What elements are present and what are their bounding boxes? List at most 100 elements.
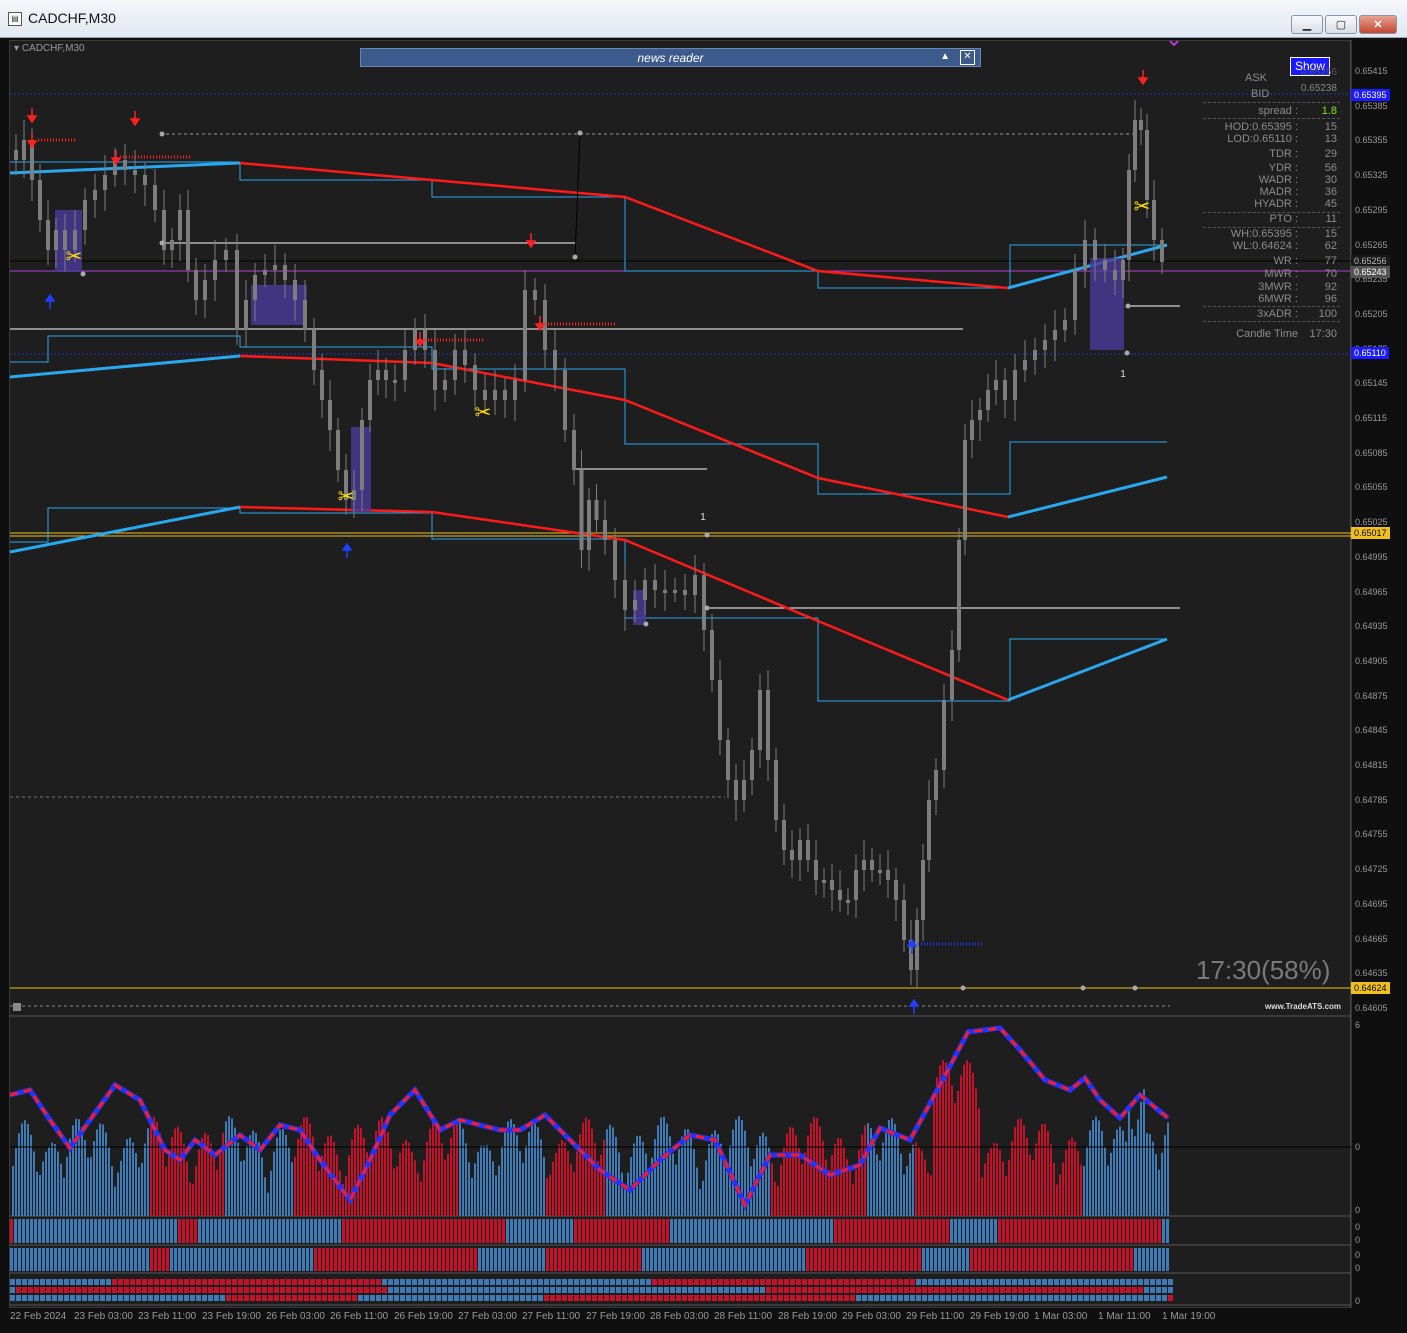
stripe-row-1 xyxy=(246,1219,249,1243)
stripe-row-1 xyxy=(390,1219,393,1243)
count-label: 1 xyxy=(700,512,706,523)
stripe-row-2 xyxy=(506,1248,509,1271)
stripe-row-1 xyxy=(802,1219,805,1243)
stripe-row-5 xyxy=(598,1295,603,1301)
stripe-row-4 xyxy=(1060,1287,1065,1293)
stripe-row-5 xyxy=(838,1295,843,1301)
stripe-row-5 xyxy=(226,1295,231,1301)
stripe-row-3 xyxy=(862,1279,867,1285)
stripe-row-2 xyxy=(1142,1248,1145,1271)
price-axis-label: 0.65385 xyxy=(1355,100,1388,111)
scissors-icon: ✂ xyxy=(1134,194,1151,218)
stripe-row-3 xyxy=(40,1279,45,1285)
histogram-bar xyxy=(990,1147,992,1216)
candle-body xyxy=(328,400,332,430)
stripe-row-4 xyxy=(754,1287,759,1293)
stripe-row-5 xyxy=(412,1295,417,1301)
stripe-row-1 xyxy=(70,1219,73,1243)
histogram-bar xyxy=(645,1153,647,1216)
stripe-row-3 xyxy=(286,1279,291,1285)
stripe-row-4 xyxy=(124,1287,129,1293)
sub-axis-label: 0 xyxy=(1355,1296,1361,1306)
stripe-row-5 xyxy=(766,1295,771,1301)
stripe-row-3 xyxy=(1084,1279,1089,1285)
stripe-row-2 xyxy=(1138,1248,1141,1271)
stripe-row-1 xyxy=(594,1219,597,1243)
price-axis-label: 0.65355 xyxy=(1355,135,1388,146)
news-reader-panel[interactable]: news reader ▲ ✕ xyxy=(360,48,981,67)
stripe-row-4 xyxy=(610,1287,615,1293)
stripe-row-4 xyxy=(526,1287,531,1293)
stripe-row-2 xyxy=(138,1248,141,1271)
stripe-row-5 xyxy=(904,1295,909,1301)
candle-body xyxy=(433,350,437,390)
info-label: YDR : xyxy=(1268,162,1298,174)
stripe-row-3 xyxy=(880,1279,885,1285)
histogram-bar xyxy=(1050,1144,1052,1216)
stripe-row-3 xyxy=(748,1279,753,1285)
stripe-row-1 xyxy=(938,1219,941,1243)
candle-body xyxy=(1003,380,1007,400)
stripe-row-2 xyxy=(570,1248,573,1271)
stripe-row-1 xyxy=(214,1219,217,1243)
histogram-bar xyxy=(873,1139,875,1216)
stripe-row-2 xyxy=(362,1248,365,1271)
stripe-row-1 xyxy=(1130,1219,1133,1243)
stripe-row-3 xyxy=(1102,1279,1107,1285)
stripe-row-3 xyxy=(1060,1279,1065,1285)
stripe-row-1 xyxy=(642,1219,645,1243)
stripe-row-2 xyxy=(174,1248,177,1271)
stripe-row-4 xyxy=(58,1287,63,1293)
stripe-row-5 xyxy=(448,1295,453,1301)
stripe-row-5 xyxy=(484,1295,489,1301)
stripe-row-2 xyxy=(1090,1248,1093,1271)
stripe-row-1 xyxy=(498,1219,501,1243)
stripe-row-2 xyxy=(1070,1248,1073,1271)
stripe-row-2 xyxy=(182,1248,185,1271)
buy-arrow-icon xyxy=(44,293,56,309)
stripe-row-3 xyxy=(16,1279,21,1285)
histogram-bar xyxy=(240,1161,242,1216)
stripe-row-1 xyxy=(534,1219,537,1243)
histogram-bar xyxy=(696,1167,698,1216)
stripe-row-1 xyxy=(338,1219,341,1243)
histogram-bar xyxy=(1020,1118,1022,1216)
stripe-row-2 xyxy=(278,1248,281,1271)
stripe-row-2 xyxy=(1034,1248,1037,1271)
histogram-bar xyxy=(711,1133,713,1216)
stripe-row-4 xyxy=(382,1287,387,1293)
stripe-row-2 xyxy=(1010,1248,1013,1271)
stripe-row-5 xyxy=(346,1295,351,1301)
stripe-row-1 xyxy=(1166,1219,1169,1243)
stripe-row-5 xyxy=(634,1295,639,1301)
price-axis-label: 0.65265 xyxy=(1355,239,1388,250)
chart-canvas[interactable]: ✂✂✂✂11 xyxy=(0,0,1407,1333)
stripe-row-1 xyxy=(914,1219,917,1243)
stripe-row-2 xyxy=(322,1248,325,1271)
stripe-row-3 xyxy=(190,1279,195,1285)
stripe-row-5 xyxy=(670,1295,675,1301)
level-dot xyxy=(704,532,710,538)
stripe-row-2 xyxy=(294,1248,297,1271)
news-close-icon[interactable]: ✕ xyxy=(960,50,975,65)
stripe-row-3 xyxy=(904,1279,909,1285)
stripe-row-4 xyxy=(586,1287,591,1293)
candle-body xyxy=(663,590,667,593)
stripe-row-2 xyxy=(26,1248,29,1271)
stripe-row-2 xyxy=(78,1248,81,1271)
stripe-row-1 xyxy=(894,1219,897,1243)
stripe-row-2 xyxy=(642,1248,645,1271)
candle-body xyxy=(473,365,477,390)
stripe-row-5 xyxy=(898,1295,903,1301)
histogram-bar xyxy=(900,1153,902,1216)
histogram-bar xyxy=(135,1153,137,1216)
histogram-bar xyxy=(144,1143,146,1216)
stripe-row-5 xyxy=(352,1295,357,1301)
histogram-bar xyxy=(15,1148,17,1216)
stripe-row-2 xyxy=(542,1248,545,1271)
stripe-row-1 xyxy=(622,1219,625,1243)
candle-body xyxy=(194,270,198,300)
stripe-row-4 xyxy=(1120,1287,1125,1293)
collapse-arrow-icon[interactable]: ▲ xyxy=(940,51,950,62)
candle-body xyxy=(1093,240,1097,260)
